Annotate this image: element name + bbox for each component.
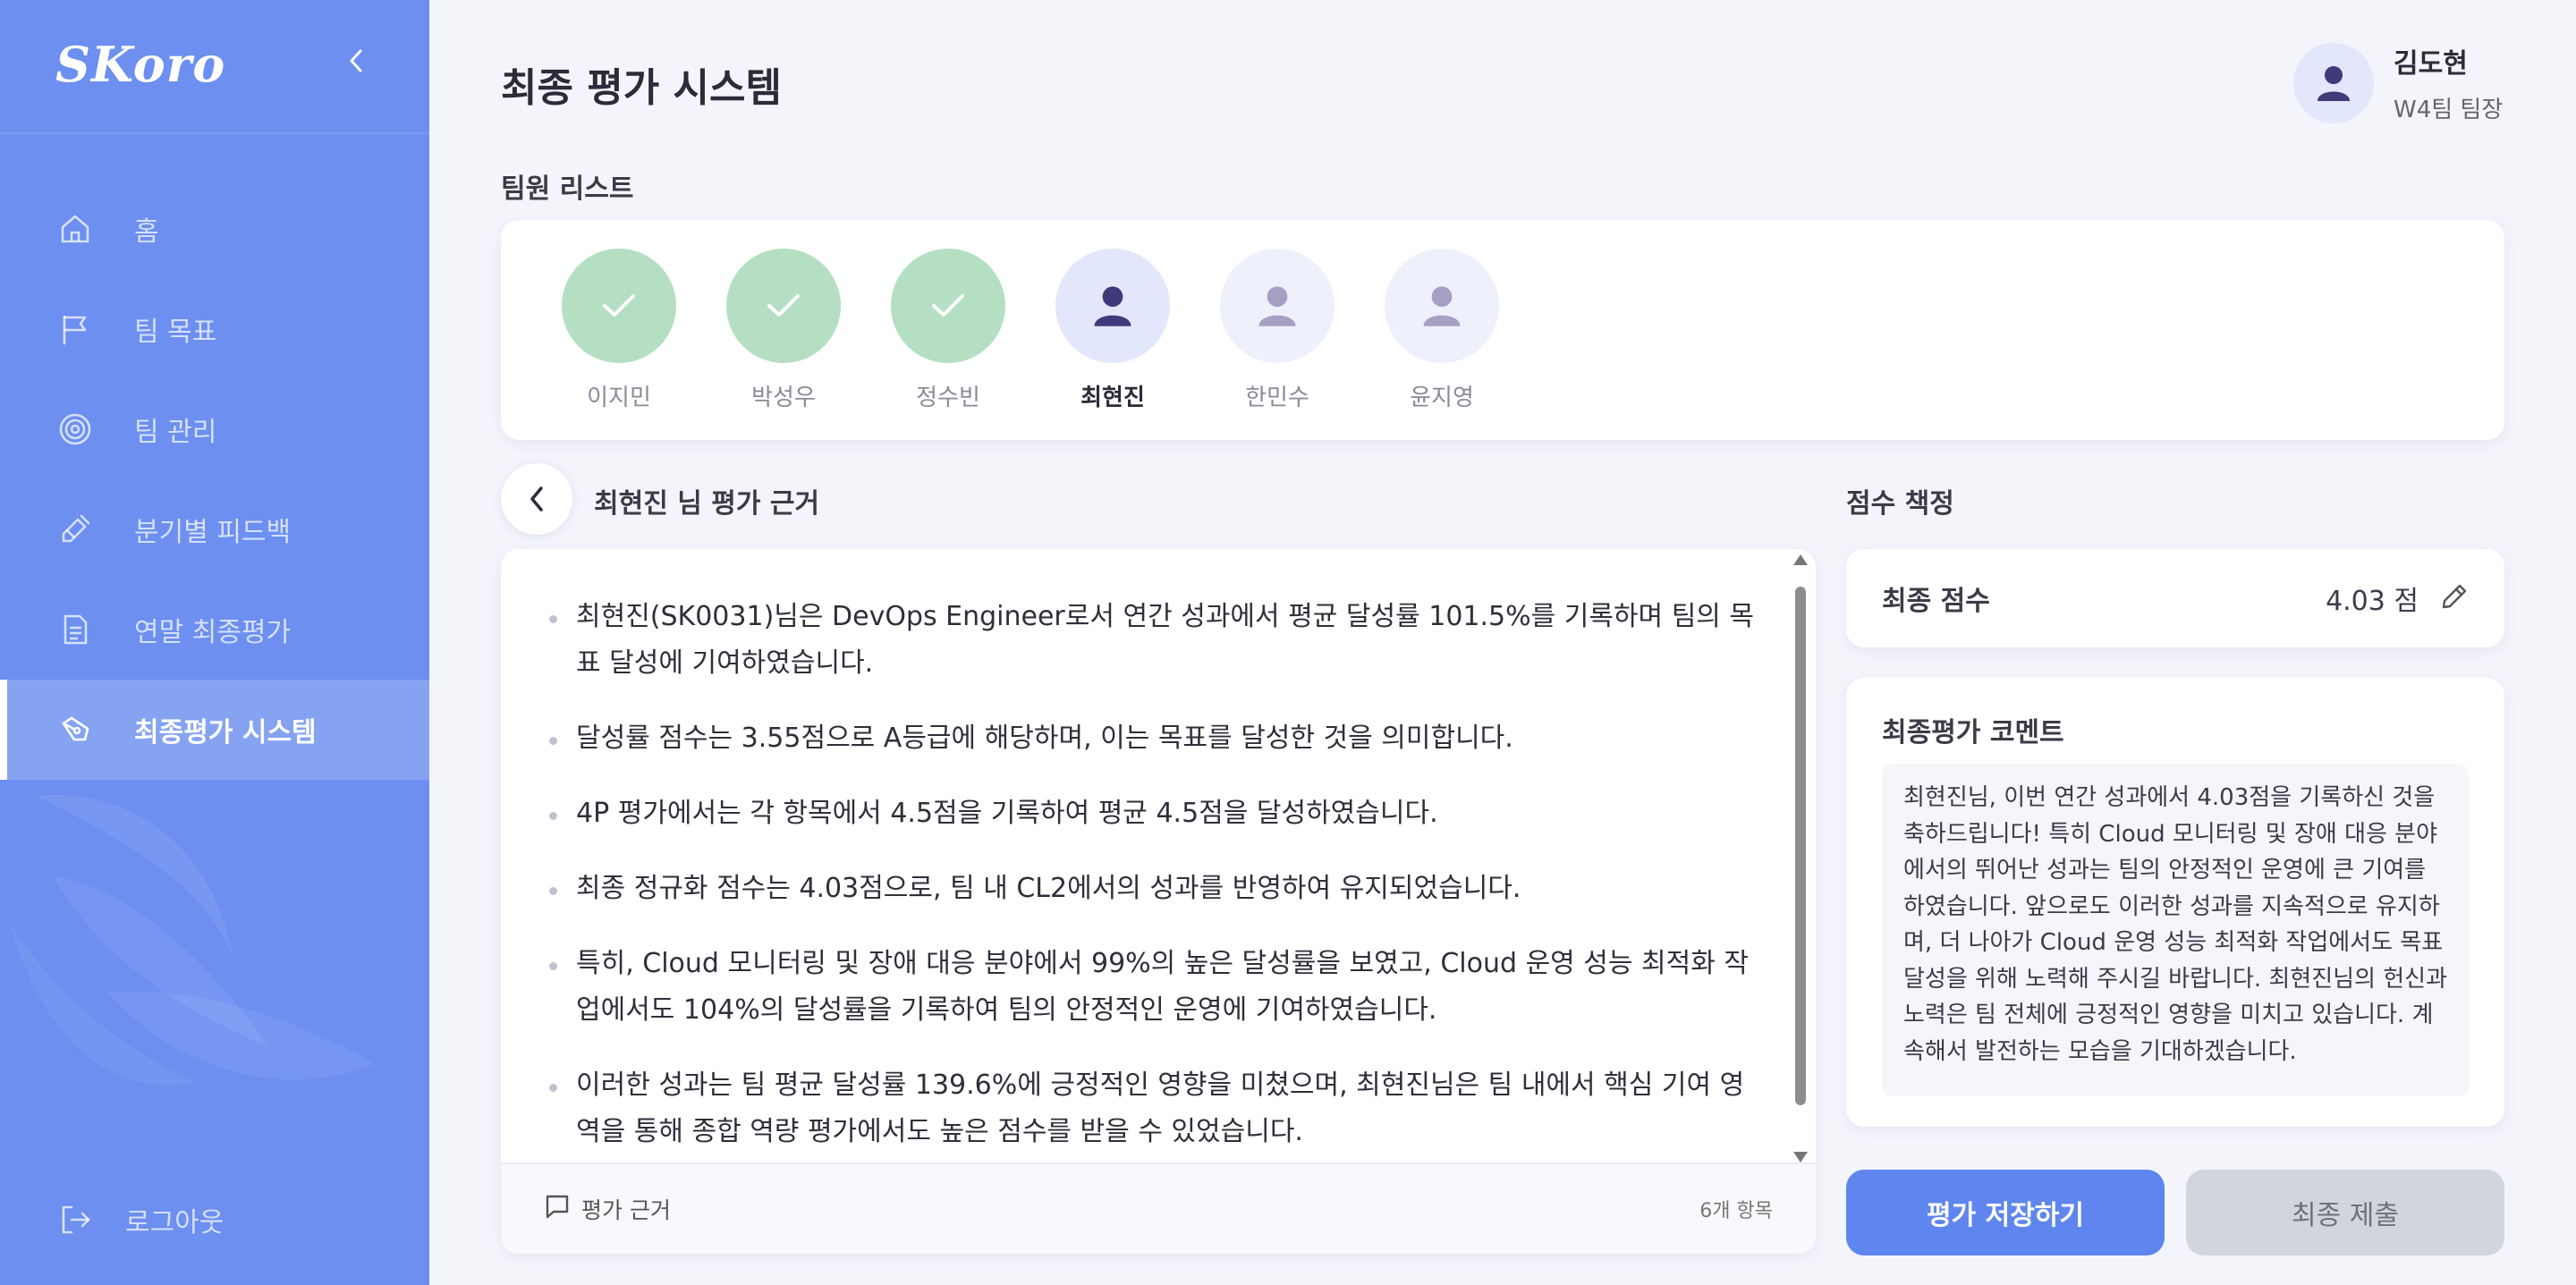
chevron-left-icon [350,49,362,72]
sidebar-item-final-evaluation-system[interactable]: 최종평가 시스템 [0,680,429,780]
list-item: 달성률 점수는 3.55점으로 A등급에 해당하며, 이는 목표를 달성한 것을… [544,715,1760,762]
edit-score-button[interactable] [2440,582,2469,614]
check-icon [767,294,800,317]
member-name: 윤지영 [1410,385,1474,411]
scroll-up-arrow-icon[interactable] [1793,554,1808,565]
logout-icon [57,1202,93,1238]
user-name: 김도현 [2394,48,2468,80]
page-title: 최종 평가 시스템 [501,65,782,111]
user-icon [1423,286,1461,326]
avatar [2293,42,2374,123]
user-role: W4팀 팀장 [2394,97,2504,123]
list-item: 최종 정규화 점수는 4.03점으로, 팀 내 CL2에서의 성과를 반영하여 … [544,866,1760,912]
user-icon [1094,286,1131,326]
team-member-item[interactable]: 이지민 [537,249,701,412]
team-member-item[interactable]: 정수빈 [866,249,1030,412]
sidebar-nav: 홈 팀 목표 팀 관리 분기별 피드백 연말 최종평가 최종평가 시스템 [0,179,429,780]
sidebar-item-label: 연말 최종평가 [134,617,292,648]
sidebar-item-team-management[interactable]: 팀 관리 [0,379,429,479]
list-item: 최현진(SK0031)님은 DevOps Engineer로서 연간 성과에서 … [544,594,1760,687]
final-score-card: 최종 점수 4.03 점 [1846,549,2504,647]
member-name: 이지민 [587,385,651,411]
member-avatar [726,249,841,363]
team-member-item[interactable]: 한민수 [1195,249,1360,412]
user-profile[interactable]: 김도현 W4팀 팀장 [2293,41,2503,124]
final-score-value: 4.03 점 [2326,586,2419,617]
evaluation-basis-card: 최현진(SK0031)님은 DevOps Engineer로서 연간 성과에서 … [501,549,1816,1254]
chevron-left-icon [530,486,543,511]
document-icon [57,612,93,647]
scroll-down-arrow-icon[interactable] [1793,1152,1808,1162]
member-name: 최현진 [1080,385,1145,411]
member-name: 한민수 [1245,385,1309,411]
home-icon [57,211,93,247]
sidebar-item-label: 분기별 피드백 [134,517,292,548]
team-member-item-selected[interactable]: 최현진 [1030,249,1195,412]
footer-label: 평가 근거 [581,1197,671,1223]
check-icon [603,294,635,317]
sidebar: SKoro 홈 팀 목표 팀 관리 분기별 피드백 연말 최종평가 최종평가 시… [0,0,429,1285]
member-avatar [1055,249,1170,363]
team-list-label: 팀원 리스트 [501,173,634,205]
check-icon [932,294,964,317]
member-name: 박성우 [751,385,816,411]
sidebar-item-label: 팀 관리 [134,417,217,448]
sidebar-item-year-end-evaluation[interactable]: 연말 최종평가 [0,579,429,680]
final-comment-card: 최종평가 코멘트 최현진님, 이번 연간 성과에서 4.03점을 기록하신 것을… [1846,678,2504,1127]
item-count: 6개 항목 [1699,1200,1773,1222]
member-avatar [1385,249,1499,363]
sidebar-divider [0,132,429,134]
member-avatar [562,249,676,363]
team-member-item[interactable]: 윤지영 [1360,249,1524,412]
sidebar-item-label: 팀 목표 [134,317,217,348]
final-submit-button[interactable]: 최종 제출 [2186,1170,2504,1255]
list-item: 4P 평가에서는 각 항목에서 4.5점을 기록하여 평균 4.5점을 달성하였… [544,790,1760,837]
wrench-icon [57,511,93,547]
pencil-icon [2442,584,2467,609]
sidebar-item-label: 최종평가 시스템 [134,717,317,748]
scoring-label: 점수 책정 [1846,488,1954,520]
user-icon [1258,286,1296,326]
member-avatar [891,249,1005,363]
evaluation-basis-title: 최현진 님 평가 근거 [594,488,820,520]
logout-button[interactable]: 로그아웃 [57,1200,224,1239]
user-icon [2318,65,2350,101]
logout-label: 로그아웃 [125,1207,225,1239]
final-comment-textarea[interactable]: 최현진님, 이번 연간 성과에서 4.03점을 기록하신 것을 축하드립니다! … [1882,764,2469,1096]
member-avatar [1220,249,1335,363]
scrollbar-thumb[interactable] [1795,587,1806,1105]
evaluation-basis-footer: 평가 근거 6개 항목 [501,1162,1816,1254]
save-evaluation-button[interactable]: 평가 저장하기 [1846,1170,2165,1255]
pen-tool-icon [57,712,93,748]
back-button[interactable] [501,463,572,535]
evaluation-basis-list: 최현진(SK0031)님은 DevOps Engineer로서 연간 성과에서 … [544,594,1760,1184]
logo[interactable]: SKoro [55,36,225,93]
list-item: 이러한 성과는 팀 평균 달성률 139.6%에 긍정적인 영향을 미쳤으며, … [544,1062,1760,1155]
sidebar-item-team-goals[interactable]: 팀 목표 [0,279,429,379]
sidebar-item-label: 홈 [134,216,159,248]
comment-icon [544,1193,571,1225]
member-name: 정수빈 [916,385,980,411]
scrollbar[interactable] [1791,554,1810,1162]
final-comment-title: 최종평가 코멘트 [1882,717,2064,748]
list-item: 특히, Cloud 모니터링 및 장애 대응 분야에서 99%의 높은 달성률을… [544,941,1760,1034]
target-icon [57,411,93,447]
collapse-sidebar-button[interactable] [343,43,369,79]
flag-icon [57,311,93,347]
team-member-item[interactable]: 박성우 [701,249,866,412]
decorative-leaf-graphic [9,795,376,1086]
sidebar-item-home[interactable]: 홈 [0,179,429,279]
team-list-card: 이지민 박성우 정수빈 최현진 한민수 윤지영 [501,220,2504,440]
sidebar-item-quarterly-feedback[interactable]: 분기별 피드백 [0,479,429,579]
final-score-label: 최종 점수 [1882,586,1990,617]
